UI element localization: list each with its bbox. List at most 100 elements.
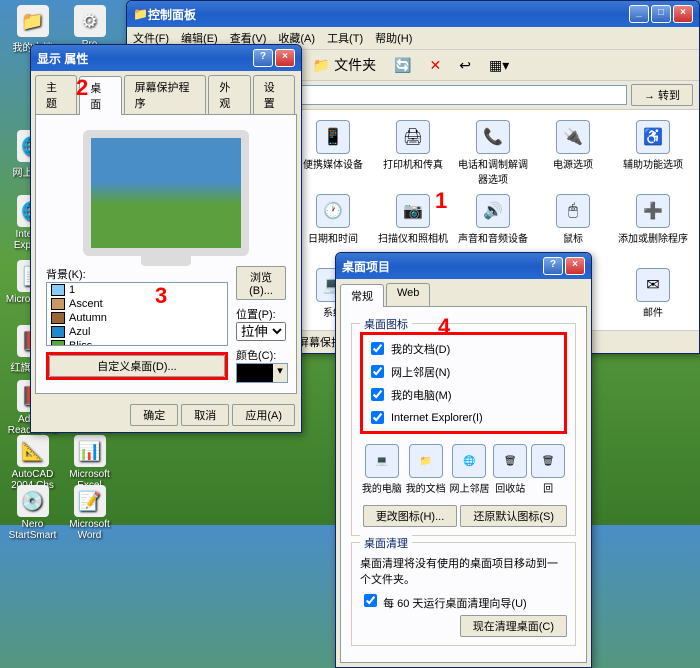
tab[interactable]: 主题 bbox=[35, 75, 77, 114]
tab-row: 主题桌面屏幕保护程序外观设置 bbox=[31, 71, 301, 114]
control-panel-item[interactable]: ➕添加或删除程序 bbox=[617, 194, 689, 260]
control-panel-item[interactable]: 🕐日期和时间 bbox=[297, 194, 369, 260]
customize-desktop-button[interactable]: 自定义桌面(D)... bbox=[49, 355, 225, 377]
checkbox-item[interactable]: Internet Explorer(I) bbox=[367, 408, 483, 427]
icon-item[interactable]: 💻我的电脑 bbox=[362, 444, 402, 495]
annotation-1: 1 bbox=[435, 188, 447, 214]
change-icon-button[interactable]: 更改图标(H)... bbox=[363, 505, 457, 527]
item-icon: 🗑 bbox=[493, 444, 527, 478]
position-select[interactable]: 拉伸 bbox=[236, 322, 286, 341]
cp-icon: 🔌 bbox=[556, 120, 590, 154]
icon-label: Microsoft Word bbox=[62, 519, 117, 541]
item-icon: 📁 bbox=[409, 444, 443, 478]
cp-label: 打印机和传真 bbox=[377, 156, 449, 171]
desktop-icon[interactable]: 💿Nero StartSmart bbox=[5, 485, 60, 541]
cp-label: 声音和音频设备 bbox=[457, 230, 529, 245]
maximize-button[interactable]: □ bbox=[651, 5, 671, 23]
list-item[interactable]: 1 bbox=[47, 283, 227, 297]
cleanup-now-button[interactable]: 现在清理桌面(C) bbox=[460, 615, 567, 637]
menu-item[interactable]: 工具(T) bbox=[327, 30, 363, 46]
control-panel-item[interactable]: 🖨打印机和传真 bbox=[377, 120, 449, 186]
titlebar: 桌面项目 ? × bbox=[336, 253, 591, 279]
list-item[interactable]: Autumn bbox=[47, 311, 227, 325]
control-panel-item[interactable]: ✉邮件 bbox=[617, 268, 689, 325]
cp-icon: ✉ bbox=[636, 268, 670, 302]
group-title: 桌面清理 bbox=[360, 535, 412, 551]
undo-icon[interactable]: ↩ bbox=[453, 55, 477, 76]
desktop-icon[interactable]: 📐AutoCAD 2004 Chs bbox=[5, 435, 60, 491]
cp-label: 电源选项 bbox=[537, 156, 609, 171]
checkbox-item[interactable]: 我的文档(D) bbox=[367, 339, 450, 358]
position-label: 位置(P): bbox=[236, 309, 276, 321]
item-label: 网上邻居 bbox=[449, 480, 489, 495]
item-icon: 🗑 bbox=[531, 444, 565, 478]
tab-row: 常规 Web bbox=[336, 279, 591, 306]
list-item[interactable]: Bliss bbox=[47, 339, 227, 346]
background-listbox[interactable]: 1AscentAutumnAzulBlissBlue Lace 16 bbox=[46, 282, 228, 346]
desktop-icon[interactable]: 📊Microsoft Excel bbox=[62, 435, 117, 491]
app-icon: 📝 bbox=[74, 485, 106, 517]
item-label: 回 bbox=[531, 480, 565, 495]
go-button[interactable]: → 转到 bbox=[631, 84, 693, 106]
delete-icon[interactable]: ✕ bbox=[424, 55, 448, 76]
icon-item[interactable]: 📁 我的文档 bbox=[406, 444, 446, 495]
cp-label: 扫描仪和照相机 bbox=[377, 230, 449, 245]
icon-item[interactable]: 🗑回 bbox=[531, 444, 565, 495]
desktop-icons-checks: 我的文档(D) 网上邻居(N) 我的电脑(M) Internet Explore… bbox=[360, 332, 567, 434]
cleanup-checkbox[interactable]: 每 60 天运行桌面清理向导(U) bbox=[360, 598, 527, 610]
cp-icon: 📱 bbox=[316, 120, 350, 154]
checkbox-item[interactable]: 网上邻居(N) bbox=[367, 362, 450, 381]
item-label: 我的文档 bbox=[406, 480, 446, 495]
views-button[interactable]: ▦▾ bbox=[483, 55, 515, 76]
item-icon: 🌐 bbox=[452, 444, 486, 478]
tab-body-general: 桌面图标 我的文档(D) 网上邻居(N) 我的电脑(M) Internet Ex… bbox=[340, 306, 587, 663]
group-title: 桌面图标 bbox=[360, 316, 412, 332]
close-button[interactable]: × bbox=[673, 5, 693, 23]
desktop-icons-group: 桌面图标 我的文档(D) 网上邻居(N) 我的电脑(M) Internet Ex… bbox=[351, 323, 576, 536]
cp-label: 添加或删除程序 bbox=[617, 230, 689, 245]
icon-item[interactable]: 🌐 网上邻居 bbox=[449, 444, 489, 495]
control-panel-item[interactable]: 🔊声音和音频设备 bbox=[457, 194, 529, 260]
control-panel-item[interactable]: 🔌 电源选项 bbox=[537, 120, 609, 186]
apply-button[interactable]: 应用(A) bbox=[232, 404, 295, 426]
tab[interactable]: 设置 bbox=[253, 75, 295, 114]
annotation-4: 4 bbox=[438, 314, 450, 340]
close-button[interactable]: × bbox=[275, 49, 295, 67]
help-button[interactable]: ? bbox=[543, 257, 563, 275]
monitor-preview bbox=[83, 130, 249, 256]
tab-body-desktop: 背景(K): 1AscentAutumnAzulBlissBlue Lace 1… bbox=[35, 114, 297, 394]
checkbox-item[interactable]: 我的电脑(M) bbox=[367, 385, 452, 404]
list-item[interactable]: Ascent bbox=[47, 297, 227, 311]
item-label: 我的电脑 bbox=[362, 480, 402, 495]
icon-item[interactable]: 🗑 回收站 bbox=[493, 444, 527, 495]
sync-icon[interactable]: 🔄 bbox=[388, 55, 417, 76]
control-panel-item[interactable]: 📱便携媒体设备 bbox=[297, 120, 369, 186]
ok-button[interactable]: 确定 bbox=[130, 404, 178, 426]
cp-icon: 📞 bbox=[476, 120, 510, 154]
folders-button[interactable]: 📁 文件夹 bbox=[307, 53, 382, 77]
list-item[interactable]: Azul bbox=[47, 325, 227, 339]
tab-general[interactable]: 常规 bbox=[340, 284, 384, 307]
help-button[interactable]: ? bbox=[253, 49, 273, 67]
cp-label: 鼠标 bbox=[537, 230, 609, 245]
folder-icon: 📁 bbox=[133, 7, 148, 21]
control-panel-item[interactable]: 🖱 鼠标 bbox=[537, 194, 609, 260]
cp-label: 日期和时间 bbox=[297, 230, 369, 245]
control-panel-item[interactable]: ♿辅助功能选项 bbox=[617, 120, 689, 186]
tab[interactable]: 屏幕保护程序 bbox=[124, 75, 207, 114]
close-button[interactable]: × bbox=[565, 257, 585, 275]
minimize-button[interactable]: _ bbox=[629, 5, 649, 23]
tab-web[interactable]: Web bbox=[386, 283, 430, 306]
desktop-icon[interactable]: 📝Microsoft Word bbox=[62, 485, 117, 541]
cp-icon: ♿ bbox=[636, 120, 670, 154]
cp-icon: 🖱 bbox=[556, 194, 590, 228]
background-label: 背景(K): bbox=[46, 269, 86, 281]
tab[interactable]: 外观 bbox=[208, 75, 250, 114]
control-panel-item[interactable]: 📞电话和调制解调器选项 bbox=[457, 120, 529, 186]
restore-default-button[interactable]: 还原默认图标(S) bbox=[460, 505, 567, 527]
browse-button[interactable]: 浏览(B)... bbox=[236, 266, 286, 300]
menu-item[interactable]: 帮助(H) bbox=[375, 30, 412, 46]
cancel-button[interactable]: 取消 bbox=[181, 404, 229, 426]
color-label: 颜色(C): bbox=[236, 350, 276, 362]
item-label: 回收站 bbox=[493, 480, 527, 495]
